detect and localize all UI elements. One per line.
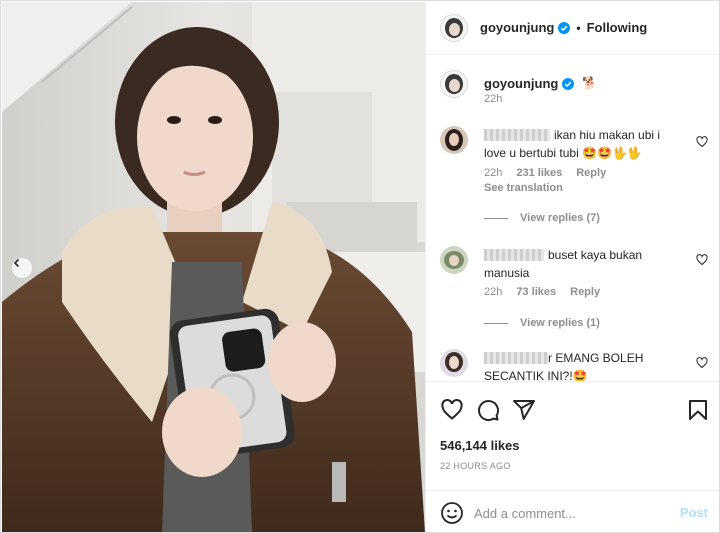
comment-text: ikan hiu makan ubi i love u bertubi tubi… [484,128,661,160]
comment-likes[interactable]: 73 likes [516,286,556,298]
view-replies-button[interactable]: View replies (7) [484,212,600,224]
comment-item: buset kaya bukan manusia 22h 73 likes Re… [440,246,710,336]
carousel-prev-button[interactable] [12,258,32,278]
view-replies-button[interactable]: View replies (1) [484,317,600,329]
comment-text: r EMANG BOLEH SECANTIK INI?!🤩 [484,351,644,381]
post-photo [2,2,425,532]
comment-icon[interactable] [476,398,500,422]
commenter-username[interactable] [484,129,550,141]
likes-count[interactable]: 546,144 likes [440,438,520,453]
commenter-avatar[interactable] [440,349,468,377]
caption-emoji: 🐕 [582,76,598,90]
commenter-avatar[interactable] [440,126,468,154]
separator-dot: • [576,20,581,35]
caption-avatar[interactable] [440,70,468,98]
post-button[interactable]: Post [680,505,708,520]
heart-icon[interactable] [696,136,708,148]
comment-likes[interactable]: 231 likes [516,167,562,179]
comment-time: 22h [484,167,503,179]
comments-list: goyounjung 🐕 22h ikan hiu makan ubi i lo… [426,56,719,381]
share-icon[interactable] [512,398,536,422]
post-dialog: goyounjung • Following goyounjung 🐕 22h … [0,0,720,533]
add-comment-bar: Post [426,490,719,532]
comment-input[interactable] [474,505,674,521]
verified-badge-icon [558,21,571,34]
comment-item: ikan hiu makan ubi i love u bertubi tubi… [440,126,710,226]
comment-meta: 22h 73 likes Reply [484,286,600,298]
commenter-username[interactable] [484,352,548,364]
commenter-username[interactable] [484,249,544,261]
commenter-avatar[interactable] [440,246,468,274]
reply-button[interactable]: Reply [576,167,606,179]
comment-meta: 22h 231 likes Reply [484,167,606,179]
comment-item: r EMANG BOLEH SECANTIK INI?!🤩 [440,349,710,381]
post-header: goyounjung • Following [426,1,719,55]
bookmark-icon[interactable] [686,398,710,422]
caption: goyounjung 🐕 [440,70,597,98]
heart-icon[interactable] [696,357,708,369]
heart-icon[interactable] [696,254,708,266]
caption-time: 22h [484,93,503,105]
reply-button[interactable]: Reply [570,286,600,298]
avatar[interactable] [440,13,468,42]
following-button[interactable]: Following [587,20,648,35]
comment-time: 22h [484,286,503,298]
comment-text: buset kaya bukan manusia [484,248,643,280]
post-actions: 546,144 likes 22 HOURS AGO Post [426,381,719,532]
post-sidebar: goyounjung • Following goyounjung 🐕 22h … [425,1,719,532]
username-link[interactable]: goyounjung [480,20,554,35]
post-time: 22 HOURS AGO [440,461,511,471]
verified-badge-icon [562,78,575,90]
see-translation-link[interactable]: See translation [484,182,563,194]
heart-icon[interactable] [440,398,464,422]
photo-illustration [2,2,425,532]
chevron-left-icon [13,258,20,268]
emoji-icon[interactable] [440,501,464,525]
